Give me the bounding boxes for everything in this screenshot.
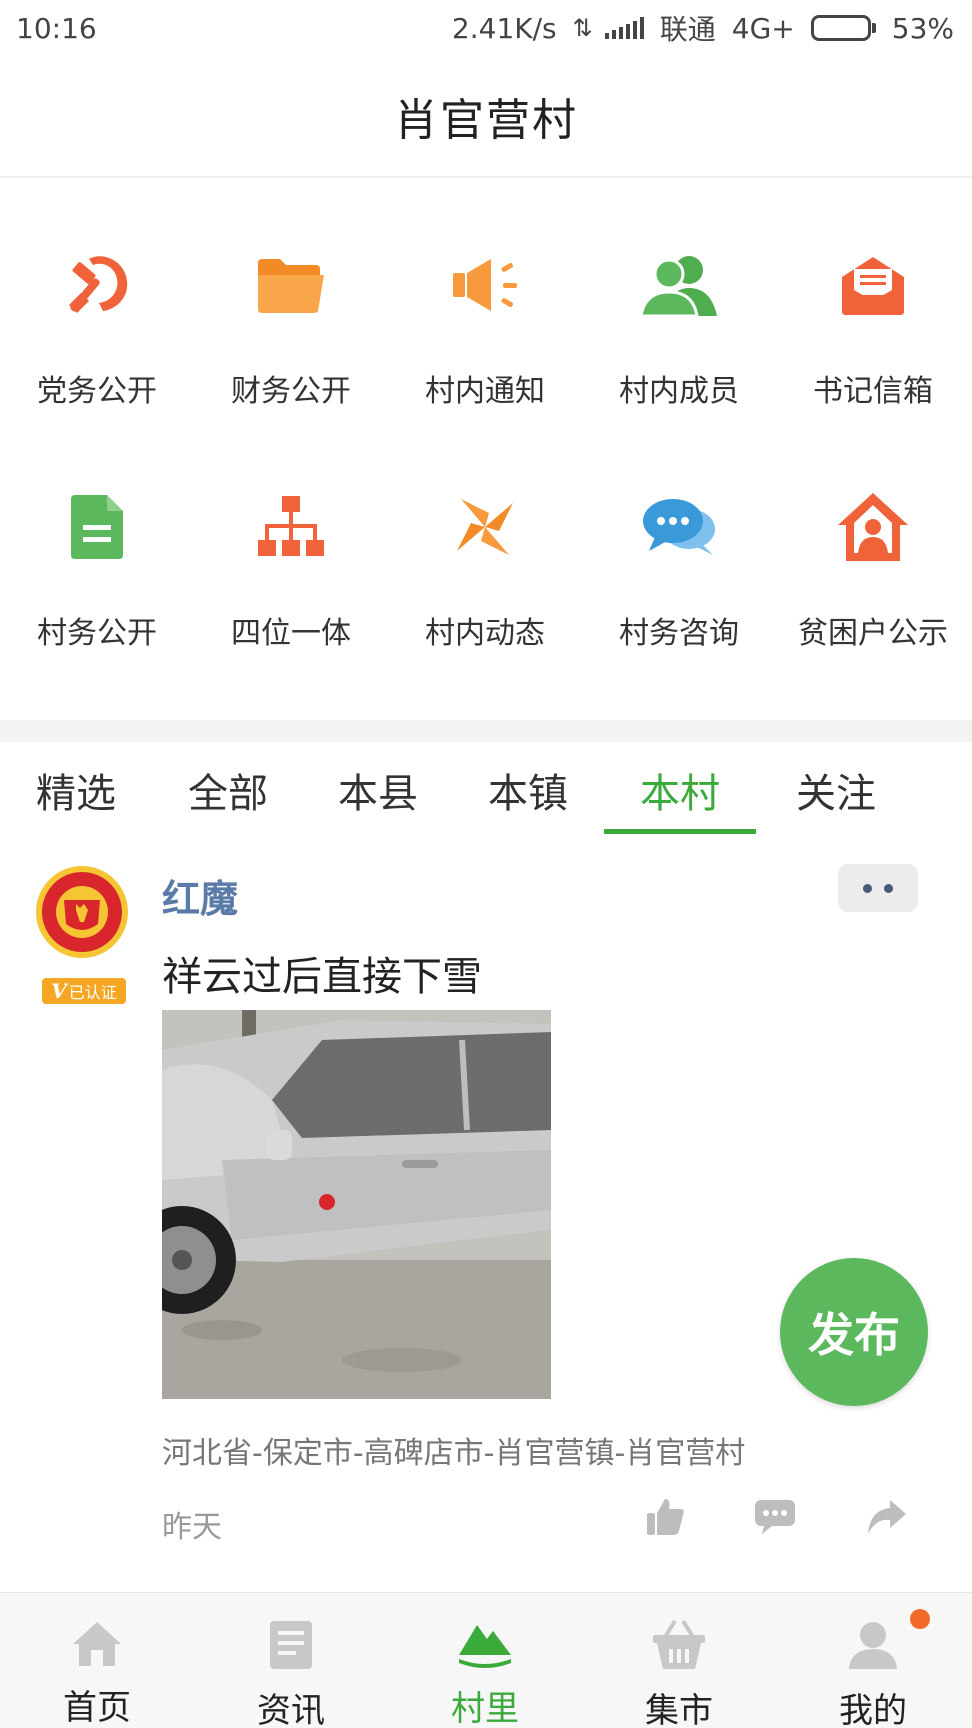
nav-market[interactable]: 集市 bbox=[582, 1593, 776, 1728]
nav-home[interactable]: 首页 bbox=[0, 1593, 194, 1728]
nav-label: 村里 bbox=[451, 1689, 519, 1728]
chat-bubbles-icon bbox=[634, 482, 724, 572]
nav-news[interactable]: 资讯 bbox=[194, 1593, 388, 1728]
grid-item-village-affairs[interactable]: 村务公开 bbox=[0, 482, 194, 702]
status-indicators: 2.41K/s ⇅ 联通 4G+ 53% bbox=[452, 8, 954, 48]
grid-item-notice[interactable]: 村内通知 bbox=[388, 240, 582, 460]
grid-label: 村内通知 bbox=[425, 374, 545, 409]
grid-label: 财务公开 bbox=[231, 374, 351, 409]
like-icon[interactable] bbox=[640, 1492, 690, 1542]
tab-all[interactable]: 全部 bbox=[152, 742, 304, 838]
feed-post: V 已认证 红魔 祥云过后直接下雪 河北省-保定市-高碑店市-肖官营镇-肖官营村 … bbox=[0, 850, 972, 1590]
post-photo[interactable] bbox=[162, 1010, 551, 1399]
tab-following[interactable]: 关注 bbox=[760, 742, 912, 838]
page-title: 肖官营村 bbox=[394, 95, 578, 146]
verified-badge: V 已认证 bbox=[42, 978, 126, 1004]
signal-icon bbox=[604, 17, 644, 39]
news-icon bbox=[261, 1619, 321, 1671]
grid-item-finance[interactable]: 财务公开 bbox=[194, 240, 388, 460]
grid-item-village-news[interactable]: 村内动态 bbox=[388, 482, 582, 702]
basket-icon bbox=[649, 1619, 709, 1671]
status-bar: 10:16 2.41K/s ⇅ 联通 4G+ 53% bbox=[0, 0, 972, 56]
nav-label: 我的 bbox=[839, 1691, 907, 1728]
comment-icon[interactable] bbox=[750, 1492, 800, 1542]
grid-label: 书记信箱 bbox=[813, 374, 933, 409]
nav-profile[interactable]: 我的 bbox=[776, 1593, 970, 1728]
grid-label: 村务咨询 bbox=[619, 616, 739, 651]
nav-label: 首页 bbox=[63, 1688, 131, 1728]
grid-item-consultation[interactable]: 村务咨询 bbox=[582, 482, 776, 702]
party-emblem-icon bbox=[52, 240, 142, 330]
section-divider bbox=[0, 720, 972, 742]
profile-icon bbox=[843, 1619, 903, 1671]
village-icon bbox=[455, 1619, 515, 1669]
document-icon bbox=[52, 482, 142, 572]
post-text: 祥云过后直接下雪 bbox=[162, 954, 482, 1000]
grid-item-four-in-one[interactable]: 四位一体 bbox=[194, 482, 388, 702]
grid-label: 村务公开 bbox=[37, 616, 157, 651]
post-location: 河北省-保定市-高碑店市-肖官营镇-肖官营村 bbox=[162, 1436, 746, 1471]
carrier-name: 联通 bbox=[659, 13, 716, 46]
grid-item-secretary-mailbox[interactable]: 书记信箱 bbox=[776, 240, 970, 460]
title-bar: 肖官营村 bbox=[0, 56, 972, 178]
status-time: 10:16 bbox=[16, 11, 97, 45]
grid-item-members[interactable]: 村内成员 bbox=[582, 240, 776, 460]
post-author[interactable]: 红魔 bbox=[162, 868, 238, 923]
tab-village[interactable]: 本村 bbox=[604, 742, 756, 838]
nav-label: 集市 bbox=[645, 1691, 713, 1728]
grid-item-poverty-notice[interactable]: 贫困户公示 bbox=[776, 482, 970, 702]
verified-label: 已认证 bbox=[68, 983, 117, 1002]
tab-featured[interactable]: 精选 bbox=[0, 742, 152, 838]
mailbox-icon bbox=[828, 240, 918, 330]
battery-icon bbox=[810, 15, 876, 41]
grid-label: 村内成员 bbox=[619, 374, 739, 409]
tab-town[interactable]: 本镇 bbox=[452, 742, 604, 838]
avatar[interactable] bbox=[34, 864, 130, 960]
post-time: 昨天 bbox=[162, 1510, 222, 1545]
share-icon[interactable] bbox=[862, 1492, 912, 1542]
grid-label: 贫困户公示 bbox=[798, 616, 948, 651]
tab-county[interactable]: 本县 bbox=[302, 742, 454, 838]
data-arrows-icon: ⇅ bbox=[572, 14, 593, 42]
bottom-nav: 首页 资讯 村里 集市 我的 bbox=[0, 1592, 972, 1728]
megaphone-icon bbox=[440, 240, 530, 330]
more-options-button[interactable] bbox=[838, 864, 918, 912]
network-speed: 2.41K/s bbox=[451, 11, 557, 45]
feed-tabs: 精选 全部 本县 本镇 本村 关注 bbox=[0, 742, 972, 838]
nav-label: 资讯 bbox=[257, 1691, 325, 1728]
grid-label: 党务公开 bbox=[37, 374, 157, 409]
pinwheel-icon bbox=[440, 482, 530, 572]
home-icon bbox=[67, 1619, 127, 1668]
notification-dot bbox=[910, 1609, 930, 1629]
publish-button[interactable]: 发布 bbox=[780, 1258, 928, 1406]
grid-item-party-affairs[interactable]: 党务公开 bbox=[0, 240, 194, 460]
network-type: 4G+ bbox=[731, 11, 795, 45]
grid-label: 村内动态 bbox=[425, 616, 545, 651]
grid-label: 四位一体 bbox=[231, 616, 351, 651]
nav-village[interactable]: 村里 bbox=[388, 1593, 582, 1728]
function-grid: 党务公开 财务公开 村内通知 村内成员 书记信箱 村务公开 四位一体 村内动态 … bbox=[0, 180, 972, 720]
members-icon bbox=[634, 240, 724, 330]
battery-percent: 53% bbox=[891, 11, 954, 45]
house-person-icon bbox=[828, 482, 918, 572]
org-chart-icon bbox=[246, 482, 336, 572]
folder-icon bbox=[246, 240, 336, 330]
